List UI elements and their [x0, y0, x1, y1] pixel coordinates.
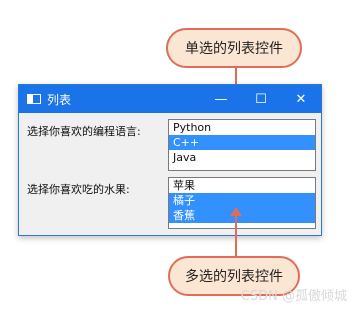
watermark: CSDN @孤傲倾城: [240, 289, 347, 304]
fruit-listbox[interactable]: 苹果 橘子 香蕉: [168, 177, 316, 229]
language-listbox[interactable]: Python C++ Java: [168, 119, 316, 171]
fruit-item-banana[interactable]: 香蕉: [169, 208, 315, 223]
fruit-item-orange[interactable]: 橘子: [169, 193, 315, 208]
close-button[interactable]: ✕: [281, 85, 321, 113]
window-icon: [27, 94, 41, 104]
title-bar[interactable]: 列表 — ☐ ✕: [19, 85, 321, 113]
language-label: 选择你喜欢的编程语言:: [27, 125, 141, 138]
screenshot-stage: 单选的列表控件 列表 — ☐ ✕ 选择你喜欢的编程语言: Python C++ …: [0, 0, 357, 312]
language-item-python[interactable]: Python: [169, 120, 315, 135]
fruit-item-apple[interactable]: 苹果: [169, 178, 315, 193]
language-item-cpp[interactable]: C++: [169, 135, 315, 150]
maximize-button[interactable]: ☐: [241, 85, 281, 113]
language-item-java[interactable]: Java: [169, 150, 315, 165]
callout-single-select: 单选的列表控件: [166, 28, 302, 68]
window-title: 列表: [47, 92, 72, 107]
callout-bottom-arrow-line: [235, 214, 237, 256]
fruit-label: 选择你喜欢吃的水果:: [27, 183, 130, 196]
minimize-button[interactable]: —: [201, 85, 241, 113]
app-window: 列表 — ☐ ✕ 选择你喜欢的编程语言: Python C++ Java 选择你…: [18, 84, 322, 236]
